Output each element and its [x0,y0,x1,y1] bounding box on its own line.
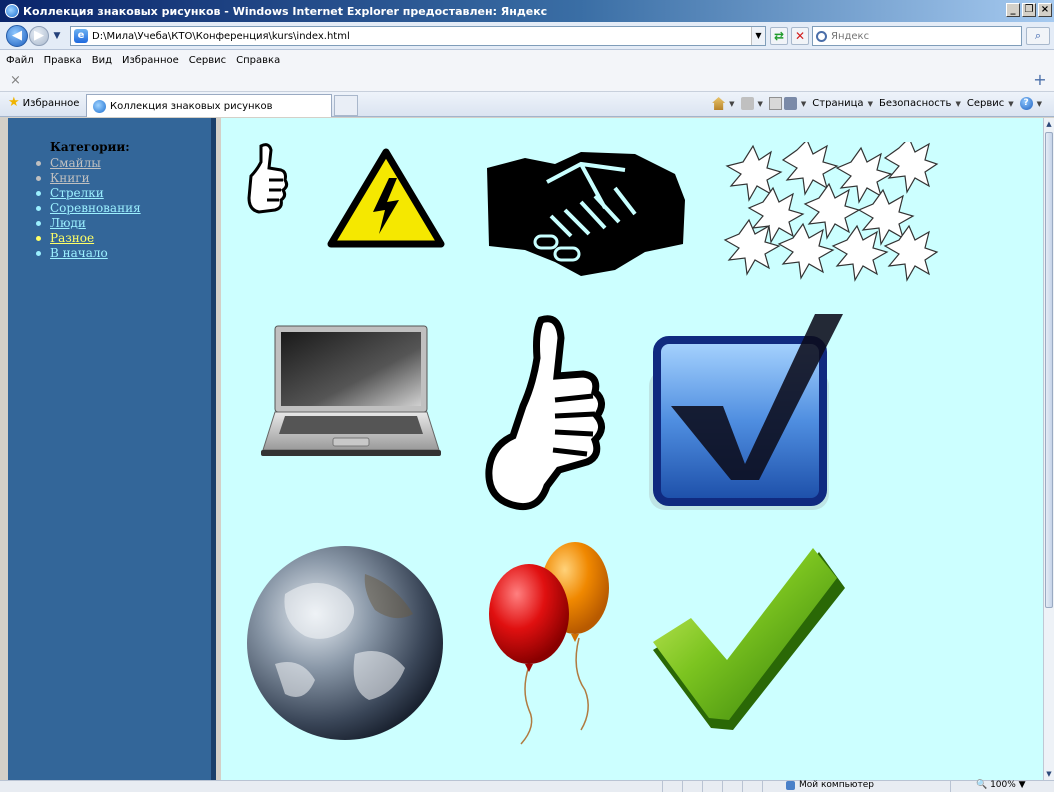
menu-tools[interactable]: Сервис [189,55,226,66]
menu-view[interactable]: Вид [92,55,112,66]
category-link[interactable]: Соревнования [50,201,141,216]
menu-favorites[interactable]: Избранное [122,55,179,66]
category-item-smileys: Смайлы [36,156,141,171]
categories-heading: Категории: [50,140,130,154]
menu-edit[interactable]: Правка [44,55,82,66]
window-title: Коллекция знаковых рисунков - Windows In… [23,4,548,18]
bullet-icon [36,251,41,256]
address-field[interactable]: e D:\Мила\Учеба\КТО\Конференция\kurs\ind… [70,26,766,46]
minimize-button[interactable]: _ [1006,3,1020,17]
history-dropdown-button[interactable]: ▼ [51,31,63,41]
category-link[interactable]: В начало [50,246,108,261]
search-input[interactable] [831,30,1011,42]
thumbs-up-small-icon[interactable] [245,142,289,218]
category-link[interactable]: Люди [50,216,86,231]
tab-label: Коллекция знаковых рисунков [110,100,273,112]
handshake-icon[interactable] [485,144,689,276]
search-button[interactable]: ⌕ [1026,27,1050,45]
category-item-books: Книги [36,171,141,186]
zoom-value: 100% [990,780,1016,790]
category-list: Смайлы Книги Стрелки Соревнования Люди Р… [36,156,141,261]
vertical-scrollbar[interactable]: ▲ ▼ [1043,118,1054,780]
bullet-icon [36,236,41,241]
scroll-down-icon[interactable]: ▼ [1044,768,1054,780]
blue-checkbox-icon[interactable] [649,314,845,510]
search-icon [816,30,827,42]
bullet-icon [36,206,41,211]
favorites-label: Избранное [22,97,80,109]
add-icon[interactable]: + [1032,72,1048,88]
command-bar: ▼ ▼ ▼ Страница ▼ Безопасность ▼ Сервис ▼ ? ▼ [712,97,1048,110]
home-icon[interactable] [712,97,726,110]
links-bar: × + [0,70,1054,92]
address-dropdown-button[interactable]: ▼ [751,27,765,45]
search-box[interactable] [812,26,1022,46]
green-checkmark-icon[interactable] [649,548,849,736]
high-voltage-warning-icon[interactable] [327,148,445,248]
scroll-up-icon[interactable]: ▲ [1044,118,1054,130]
maple-leaves-icon[interactable] [723,142,939,282]
category-link[interactable]: Смайлы [50,156,101,171]
forward-button[interactable]: ▶ [29,25,49,46]
ie-page-icon [93,99,106,113]
category-item-people: Люди [36,216,141,231]
bullet-icon [36,221,41,226]
help-icon[interactable]: ? [1019,97,1033,110]
back-button[interactable]: ◀ [6,24,28,47]
category-link[interactable]: Книги [50,171,90,186]
menu-help[interactable]: Справка [236,55,280,66]
url-text: D:\Мила\Учеба\КТО\Конференция\kurs\index… [92,30,350,42]
zoom-level[interactable]: 🔍 100% ▼ [976,780,1026,790]
menu-bar: Файл Правка Вид Избранное Сервис Справка [0,50,1054,70]
print-icon[interactable] [783,97,797,110]
maximize-button[interactable]: ❐ [1022,3,1036,17]
zone-label: Мой компьютер [799,780,874,790]
stop-button[interactable]: ✕ [791,27,809,45]
page-menu[interactable]: Страница [812,98,863,109]
laptop-icon[interactable] [261,324,441,458]
address-toolbar: ◀ ▶ ▼ e D:\Мила\Учеба\КТО\Конференция\ku… [0,22,1054,50]
tab-bar: ★ Избранное Коллекция знаковых рисунков … [0,92,1054,117]
sidebar: Категории: Смайлы Книги Стрелки Соревнов… [8,118,216,780]
favorites-button[interactable]: ★ Избранное [8,95,80,110]
tools-menu[interactable]: Сервис [967,98,1004,109]
category-item-competitions: Соревнования [36,201,141,216]
status-bar: Мой компьютер 🔍 100% ▼ [0,780,1054,792]
bullet-icon [36,161,41,166]
refresh-button[interactable]: ⇄ [770,27,788,45]
tab-current[interactable]: Коллекция знаковых рисунков [86,94,332,117]
security-zone: Мой компьютер [786,780,874,790]
page-icon: e [74,29,88,43]
menu-file[interactable]: Файл [6,55,34,66]
category-item-arrows: Стрелки [36,186,141,201]
close-button[interactable]: × [1038,3,1052,17]
earth-globe-icon[interactable] [245,544,445,742]
window-controls: _ ❐ × [1006,3,1052,17]
mail-icon[interactable] [768,97,782,110]
scroll-thumb[interactable] [1045,132,1053,608]
computer-icon [786,780,795,790]
bullet-icon [36,191,41,196]
category-link[interactable]: Разное [50,231,94,246]
close-toolbar-icon[interactable]: × [10,73,21,88]
title-bar: Коллекция знаковых рисунков - Windows In… [0,0,1054,22]
star-icon: ★ [8,95,20,110]
gallery-area [221,118,1043,780]
new-tab-button[interactable] [334,95,358,116]
feeds-icon[interactable] [740,97,754,110]
bullet-icon [36,176,41,181]
category-item-home: В начало [36,246,141,261]
balloons-icon[interactable] [481,540,617,746]
category-item-misc: Разное [36,231,141,246]
category-link[interactable]: Стрелки [50,186,104,201]
safety-menu[interactable]: Безопасность [879,98,952,109]
thumbs-up-large-icon[interactable] [483,314,613,514]
ie-logo-icon [5,4,19,18]
